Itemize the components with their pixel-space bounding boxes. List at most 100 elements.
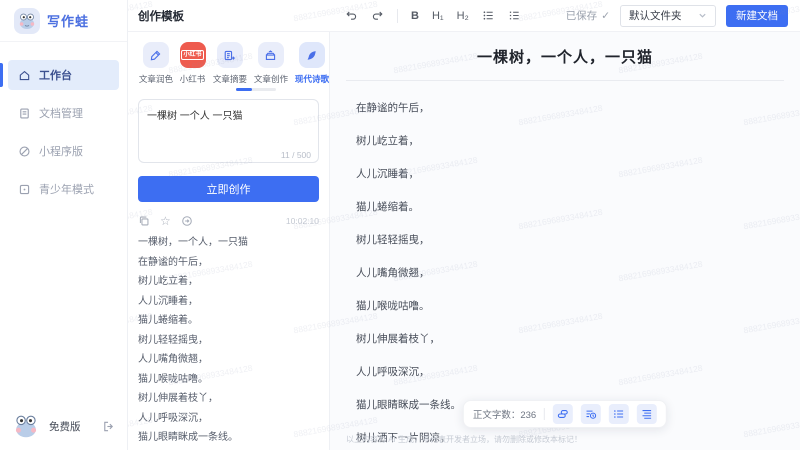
frog-logo-icon <box>14 7 40 34</box>
heading2-button[interactable]: H₂ <box>457 10 469 22</box>
result-line: 人儿沉睡着， <box>138 295 198 307</box>
tab-article-summary[interactable]: 文章摘要 <box>212 42 247 85</box>
toolbar-divider <box>544 408 546 420</box>
word-count: 正文字数：236 <box>473 407 536 421</box>
home-icon <box>19 70 30 80</box>
ordered-list-button[interactable] <box>508 9 521 22</box>
tab-article-polish[interactable]: 文章润色 <box>138 42 173 85</box>
sidebar-item-documents[interactable]: 文档管理 <box>8 98 119 128</box>
copy-icon <box>139 216 149 226</box>
doc-line: 树儿轻轻摇曳， <box>356 234 430 246</box>
teen-mode-icon <box>19 184 30 194</box>
undo-icon <box>346 11 357 20</box>
tabs-scrollbar-thumb[interactable] <box>236 88 252 91</box>
bold-button[interactable]: B <box>411 10 419 22</box>
folder-select-value: 默认文件夹 <box>629 10 682 22</box>
xiaohongshu-icon-text: 小红书 <box>181 50 204 60</box>
heading1-button[interactable]: H₁ <box>432 10 444 22</box>
sidebar-footer: 免费版 <box>0 402 127 450</box>
xiaohongshu-icon: 小红书 <box>179 42 206 68</box>
result-line: 人儿嘴角微翘， <box>138 354 208 365</box>
sidebar-item-miniprogram[interactable]: 小程序版 <box>8 136 119 166</box>
result-timestamp: 10:02:10 <box>285 216 319 226</box>
logo: 写作蛙 <box>0 0 127 42</box>
sidebar: 写作蛙 工作台 文档管理 小程序版 青少年模式 免费版 <box>0 0 128 450</box>
tab-modern-poetry[interactable]: 现代诗歌 <box>294 42 329 85</box>
tab-label: 小红书 <box>179 74 206 84</box>
sidebar-item-workbench[interactable]: 工作台 <box>0 60 119 90</box>
bullet-list-button[interactable] <box>482 9 495 22</box>
editor-toolbar: B H₁ H₂ <box>345 8 521 23</box>
redo-button[interactable] <box>371 9 384 22</box>
summary-button[interactable] <box>637 404 658 424</box>
tab-label: 文章润色 <box>138 74 174 84</box>
word-count-label: 正文字数： <box>472 410 521 421</box>
toolbar-divider <box>397 8 398 23</box>
folder-select[interactable]: 默认文件夹 <box>620 4 716 27</box>
chevron-down-icon <box>699 13 706 18</box>
doc-line: 猫儿喉咙咕噜。 <box>356 300 430 312</box>
outline-button[interactable] <box>609 404 630 424</box>
doc-line: 猫儿蜷缩着。 <box>356 201 419 213</box>
topbar: 创作模板 B H₁ H₂ 已保存 ✓ 默认文件夹 新建文档 <box>128 0 800 32</box>
result-text: 一棵树，一个人，一只猫 在静谧的午后， 树儿屹立着， 人儿沉睡着， 猫儿蜷缩着。… <box>138 237 319 450</box>
result-line: 猫儿蜷缩着。 <box>138 315 198 326</box>
history-list-icon <box>586 410 597 419</box>
prompt-area: 一棵树 一个人 一只猫 11 / 500 <box>138 99 319 166</box>
sidebar-item-label: 小程序版 <box>39 146 83 158</box>
sidebar-item-label: 青少年模式 <box>39 184 94 196</box>
doc-line: 人儿嘴角微翘， <box>356 267 430 279</box>
list-icon <box>614 410 624 418</box>
result-line: 猫儿眼睛眯成一条线。 <box>138 432 238 443</box>
topbar-right: 已保存 ✓ 默认文件夹 新建文档 <box>566 4 800 27</box>
summary-doc-icon <box>216 42 243 68</box>
sidebar-item-label: 文档管理 <box>39 108 83 120</box>
tab-label: 文章创作 <box>253 74 289 84</box>
result-line: 树儿轻轻摇曳， <box>138 334 208 346</box>
tab-article-create[interactable]: 文章创作 <box>253 42 288 85</box>
indent-list-icon <box>642 410 652 419</box>
tab-label: 现代诗歌 <box>294 74 330 84</box>
sidebar-menu: 工作台 文档管理 小程序版 青少年模式 <box>0 52 127 220</box>
rewrite-icon <box>558 410 569 418</box>
frog-avatar <box>15 415 37 438</box>
miniprogram-icon <box>19 145 30 157</box>
save-status-label: 已保存 <box>565 10 598 22</box>
floating-toolbar: 正文字数：236 <box>462 400 668 428</box>
tabs-scrollbar[interactable] <box>236 88 276 91</box>
create-now-button[interactable]: 立即创作 <box>138 176 319 202</box>
favorite-button[interactable]: ☆ <box>160 215 171 227</box>
document-editor[interactable]: 一棵树，一个人，一只猫 在静谧的午后， 树儿屹立着， 人儿沉睡着， 猫儿蜷缩着。… <box>330 32 800 450</box>
tab-label: 文章摘要 <box>212 74 248 84</box>
new-document-button[interactable]: 新建文档 <box>726 4 788 27</box>
save-status: 已保存 ✓ <box>566 8 610 23</box>
redo-icon <box>372 11 383 20</box>
result-line: 猫儿喉咙咕噜。 <box>138 373 208 385</box>
undo-button[interactable] <box>345 9 358 22</box>
char-counter: 11 / 500 <box>280 150 311 160</box>
ai-disclaimer: 以上内容为 AI 生成，不代表开发者立场，请勿删除或修改本标记！ <box>346 435 583 444</box>
tab-xiaohongshu[interactable]: 小红书 小红书 <box>179 42 206 85</box>
document-title: 一棵树，一个人，一只猫 <box>476 49 653 66</box>
document-body[interactable]: 在静谧的午后， 树儿屹立着， 人儿沉睡着， 猫儿蜷缩着。 树儿轻轻摇曳， 人儿嘴… <box>330 81 800 444</box>
doc-line: 树儿屹立着， <box>356 135 419 147</box>
result-line: 树儿伸展着枝丫， <box>138 393 218 404</box>
sidebar-item-teen-mode[interactable]: 青少年模式 <box>8 174 119 204</box>
check-icon: ✓ <box>601 9 610 22</box>
doc-line: 树儿伸展着枝丫， <box>356 333 440 345</box>
pen-icon <box>142 42 169 68</box>
copy-button[interactable] <box>138 215 150 227</box>
box-sparkle-icon <box>257 42 284 68</box>
logout-icon <box>104 421 114 431</box>
result-actions: ☆ 10:02:10 <box>138 215 319 227</box>
logout-button[interactable] <box>102 420 115 433</box>
word-count-value: 236 <box>520 410 537 421</box>
doc-line: 人儿呼吸深沉， <box>356 366 430 378</box>
insert-button[interactable] <box>181 215 193 227</box>
result-line: 在静谧的午后， <box>138 256 208 268</box>
app-title: 写作蛙 <box>47 14 90 29</box>
history-button[interactable] <box>581 404 602 424</box>
document-icon <box>20 107 29 119</box>
bullet-list-icon <box>483 11 493 20</box>
rewrite-button[interactable] <box>553 404 574 424</box>
